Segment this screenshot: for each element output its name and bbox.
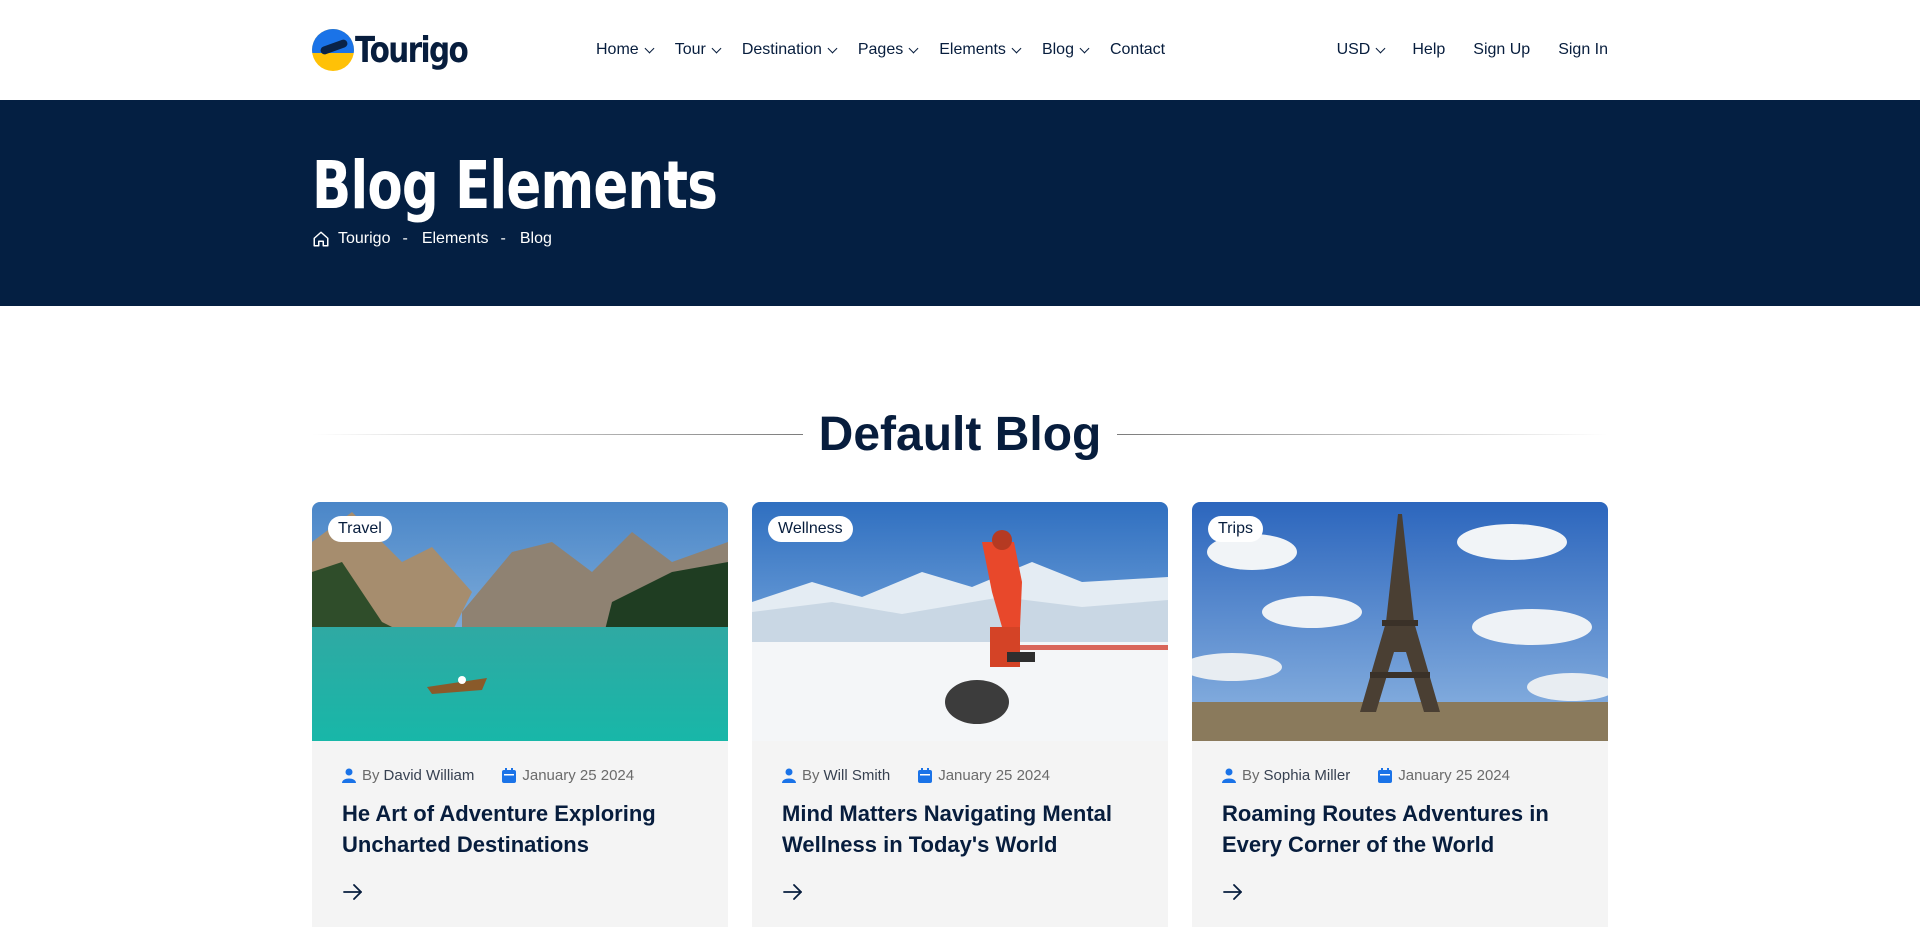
chevron-down-icon [1079, 43, 1090, 53]
nav-label: Destination [741, 41, 822, 58]
currency-select[interactable]: USD [1336, 41, 1386, 59]
user-icon [342, 768, 356, 783]
blog-card[interactable]: Travel By David William January 25 2024 … [312, 502, 728, 927]
divider-line [1110, 434, 1608, 435]
post-title[interactable]: Mind Matters Navigating Mental Wellness … [782, 798, 1138, 860]
post-meta: By Will Smith January 25 2024 [782, 767, 1138, 784]
breadcrumb-item-elements[interactable]: Elements [422, 230, 489, 248]
calendar-icon [918, 768, 933, 783]
logo-icon [312, 29, 354, 71]
nav-label: Tour [674, 41, 706, 58]
author-name[interactable]: Will Smith [824, 767, 891, 784]
nav-item-home[interactable]: Home [596, 41, 655, 59]
blog-card-list: Travel By David William January 25 2024 … [312, 502, 1608, 927]
nav-item-blog[interactable]: Blog [1041, 41, 1090, 59]
author-name[interactable]: David William [384, 767, 475, 784]
arrow-right-icon[interactable] [342, 882, 364, 902]
blog-card-image-mountain-lake[interactable]: Travel [312, 502, 728, 741]
post-title[interactable]: He Art of Adventure Exploring Uncharted … [342, 798, 698, 860]
category-badge[interactable]: Travel [328, 516, 392, 542]
by-label: By [362, 767, 380, 784]
category-badge[interactable]: Trips [1208, 516, 1263, 542]
chevron-down-icon [644, 43, 655, 53]
chevron-down-icon [908, 43, 919, 53]
blog-card[interactable]: Trips By Sophia Miller January 25 2024 R… [1192, 502, 1608, 927]
chevron-down-icon [1375, 43, 1386, 53]
post-date: January 25 2024 [522, 767, 635, 784]
blog-card-image-eiffel-tower[interactable]: Trips [1192, 502, 1608, 741]
post-date: January 25 2024 [1398, 767, 1510, 784]
nav-label: Pages [857, 41, 904, 58]
sign-up-link[interactable]: Sign Up [1473, 41, 1530, 59]
blog-card-image-snow-climber[interactable]: Wellness [752, 502, 1168, 741]
page-title: Blog Elements [312, 147, 718, 224]
section-heading: Default Blog [312, 406, 1608, 462]
home-icon [313, 231, 329, 247]
post-date: January 25 2024 [938, 767, 1050, 784]
breadcrumb: Tourigo - Elements - Blog [312, 230, 1608, 248]
breadcrumb-separator: - [500, 230, 506, 247]
nav-label: Blog [1041, 41, 1074, 58]
breadcrumb-item-current: Blog [519, 230, 552, 247]
by-label: By [1242, 767, 1260, 784]
help-link[interactable]: Help [1412, 41, 1445, 59]
nav-item-destination[interactable]: Destination [741, 41, 838, 59]
breadcrumb-separator: - [402, 230, 408, 247]
nav-label: Elements [939, 41, 1006, 58]
author-name[interactable]: Sophia Miller [1264, 767, 1351, 784]
user-icon [1222, 768, 1236, 783]
nav-label: Home [596, 41, 639, 58]
logo-text: Tourigo [355, 29, 469, 71]
calendar-icon [1378, 768, 1393, 783]
arrow-right-icon[interactable] [1222, 882, 1244, 902]
post-meta: By David William January 25 2024 [342, 767, 698, 784]
header-actions: USD Help Sign Up Sign In [1337, 41, 1608, 59]
nav-item-tour[interactable]: Tour [674, 41, 722, 59]
chevron-down-icon [827, 43, 838, 53]
chevron-down-icon [711, 43, 722, 53]
site-header: Tourigo Home Tour Destination Pages Elem… [0, 0, 1920, 100]
category-badge[interactable]: Wellness [768, 516, 853, 542]
currency-label: USD [1336, 41, 1371, 58]
blog-card[interactable]: Wellness By Will Smith January 25 2024 M… [752, 502, 1168, 927]
post-title[interactable]: Roaming Routes Adventures in Every Corne… [1222, 798, 1578, 860]
post-meta: By Sophia Miller January 25 2024 [1222, 767, 1578, 784]
chevron-down-icon [1011, 43, 1022, 53]
breadcrumb-item-home[interactable]: Tourigo [338, 230, 390, 248]
blog-section: Default Blog Travel By David William Jan… [0, 306, 1920, 927]
main-nav: Home Tour Destination Pages Elements Blo… [596, 41, 1187, 59]
sign-in-link[interactable]: Sign In [1558, 41, 1608, 59]
user-icon [782, 768, 796, 783]
divider-line [312, 434, 810, 435]
page-banner: Blog Elements Tourigo - Elements - Blog [0, 100, 1920, 306]
section-title: Default Blog [802, 406, 1118, 462]
nav-label: Contact [1109, 41, 1166, 58]
nav-item-elements[interactable]: Elements [939, 41, 1022, 59]
nav-item-contact[interactable]: Contact [1110, 41, 1165, 59]
nav-item-pages[interactable]: Pages [857, 41, 919, 59]
logo[interactable]: Tourigo [312, 29, 596, 71]
by-label: By [802, 767, 820, 784]
arrow-right-icon[interactable] [782, 882, 804, 902]
calendar-icon [502, 768, 517, 783]
